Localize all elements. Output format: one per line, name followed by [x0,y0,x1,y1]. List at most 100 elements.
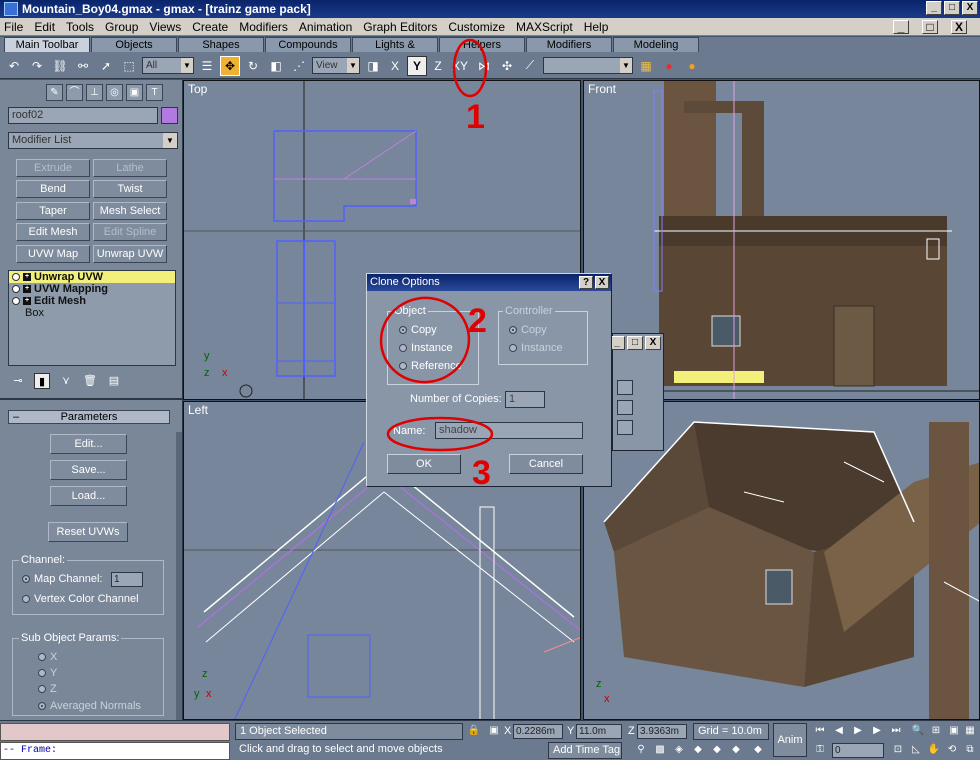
bg-maximize-button[interactable]: □ [627,336,643,350]
menu-tools[interactable]: Tools [66,20,94,34]
lightbulb-icon[interactable] [12,285,20,293]
mdi-restore-button[interactable]: □ [922,20,938,34]
select-arrow-icon[interactable]: ➚ [96,56,116,76]
create-panel-icon[interactable]: ✎ [46,84,63,101]
named-selection-dropdown[interactable]: ▼ [543,57,633,74]
angle-snap-icon[interactable]: ▩ [652,742,668,758]
constrain-xy-icon[interactable]: XY [449,56,471,76]
arc-rotate-icon[interactable]: ⟲ [944,742,960,758]
selection-filter-dropdown[interactable]: All ▼ [142,57,194,74]
tab-shapes[interactable]: Shapes [178,37,264,52]
lightbulb-icon[interactable] [12,273,20,281]
absolute-mode-icon[interactable]: ▣ [486,723,502,739]
bg-close-button[interactable]: X [645,336,661,350]
key-mode-icon[interactable]: ◆ [750,742,766,758]
material-editor-icon[interactable]: ▦ [636,56,656,76]
viewport-label-front[interactable]: Front [588,82,616,96]
play-icon[interactable]: ▶ [850,723,866,739]
animate-button[interactable]: Anim [773,723,807,757]
key-icon[interactable]: ⚿ [812,742,828,758]
sub-x-radio[interactable]: X [38,651,57,663]
viewport-label-left[interactable]: Left [188,403,208,417]
controller-copy-radio[interactable]: Copy [509,324,547,336]
averaged-normals-radio[interactable]: Averaged Normals [38,700,141,712]
bg-spinner-3[interactable] [617,420,633,435]
dialog-help-button[interactable]: ? [579,276,593,289]
sub-z-radio[interactable]: Z [38,683,57,695]
menu-views[interactable]: Views [149,20,181,34]
go-to-start-icon[interactable]: ⏮ [812,723,828,739]
panel-scrollbar[interactable] [176,432,182,720]
reference-coordinate-dropdown[interactable]: View ▼ [312,57,360,74]
region-select-icon[interactable]: ⬚ [119,56,139,76]
lock-selection-icon[interactable]: 🔒 [466,723,482,739]
align-icon[interactable]: ✣ [497,56,517,76]
extrude-button[interactable]: Extrude [16,159,90,177]
ok-button[interactable]: OK [387,454,461,474]
tab-objects[interactable]: Objects [91,37,177,52]
scale-icon[interactable]: ◧ [266,56,286,76]
stack-item-unwrap-uvw[interactable]: + Unwrap UVW [9,271,175,283]
bend-button[interactable]: Bend [16,180,90,198]
next-frame-icon[interactable]: ▶ [869,723,885,739]
unwrap-uvw-button[interactable]: Unwrap UVW [93,245,167,263]
mesh-select-button[interactable]: Mesh Select [93,202,167,220]
edit-mesh-button[interactable]: Edit Mesh [16,223,90,241]
edit-uvw-button[interactable]: Edit... [50,434,127,454]
pin-stack-icon[interactable]: ⊸ [10,373,26,389]
show-end-result-icon[interactable]: ▮ [34,373,50,389]
clone-reference-radio[interactable]: Reference [399,360,462,372]
maxscript-listener-output[interactable]: -- Frame: [0,742,230,760]
unlink-icon[interactable]: ⚯ [73,56,93,76]
zoom-icon[interactable]: 🔍 [910,723,926,739]
snap-toggle-icon[interactable]: ⚲ [633,742,649,758]
remove-modifier-icon[interactable]: 🗑 [82,373,98,389]
utilities-panel-icon[interactable]: T [146,84,163,101]
keyboard-shortcut-icon[interactable]: ◆ [728,742,744,758]
expand-icon[interactable]: + [23,285,31,293]
quick-render-icon[interactable]: ● [682,56,702,76]
load-uvw-button[interactable]: Load... [50,486,127,506]
zoom-extents-icon[interactable]: ▣ [946,723,962,739]
menu-help[interactable]: Help [584,20,609,34]
move-icon[interactable]: ✥ [220,55,240,76]
rotate-icon[interactable]: ↻ [243,56,263,76]
render-icon[interactable]: ● [659,56,679,76]
menu-animation[interactable]: Animation [299,20,352,34]
stack-item-uvw-mapping[interactable]: + UVW Mapping [9,283,175,295]
squash-icon[interactable]: ⋰ [289,56,309,76]
maxscript-listener-input[interactable] [0,723,230,741]
dialog-close-button[interactable]: X [595,276,609,289]
menu-maxscript[interactable]: MAXScript [516,20,573,34]
controller-instance-radio[interactable]: Instance [509,342,563,354]
clone-instance-radio[interactable]: Instance [399,342,453,354]
make-unique-icon[interactable]: ⋎ [58,373,74,389]
menu-graph-editors[interactable]: Graph Editors [363,20,437,34]
spacing-icon[interactable]: ⟋ [520,56,540,76]
mirror-icon[interactable]: ⋈ [474,56,494,76]
spinner-snap-icon[interactable]: ◆ [690,742,706,758]
menu-create[interactable]: Create [192,20,228,34]
percent-snap-icon[interactable]: ◈ [671,742,687,758]
zoom-all-icon[interactable]: ⊞ [928,723,944,739]
tab-main-toolbar[interactable]: Main Toolbar [4,37,90,52]
menu-group[interactable]: Group [105,20,138,34]
zoom-extents-all-icon[interactable]: ▦ [962,723,978,739]
go-to-end-icon[interactable]: ⏭ [888,723,904,739]
map-channel-spinner[interactable]: 1 [111,572,143,587]
twist-button[interactable]: Twist [93,180,167,198]
maximize-button[interactable]: □ [944,1,960,15]
motion-panel-icon[interactable]: ◎ [106,84,123,101]
tab-modeling[interactable]: Modeling [613,37,699,52]
undo-icon[interactable]: ↶ [4,56,24,76]
select-by-name-icon[interactable]: ☰ [197,56,217,76]
tab-lights-cameras[interactable]: Lights & Cameras [352,37,438,66]
field-of-view-icon[interactable]: ◺ [908,742,924,758]
lathe-button[interactable]: Lathe [93,159,167,177]
hierarchy-panel-icon[interactable]: ⊥ [86,84,103,101]
redo-icon[interactable]: ↷ [27,56,47,76]
current-frame-field[interactable]: 0 [832,743,884,758]
bg-spinner-2[interactable] [617,400,633,415]
reset-uvws-button[interactable]: Reset UVWs [48,522,128,542]
zoom-region-icon[interactable]: ⊡ [890,742,906,758]
